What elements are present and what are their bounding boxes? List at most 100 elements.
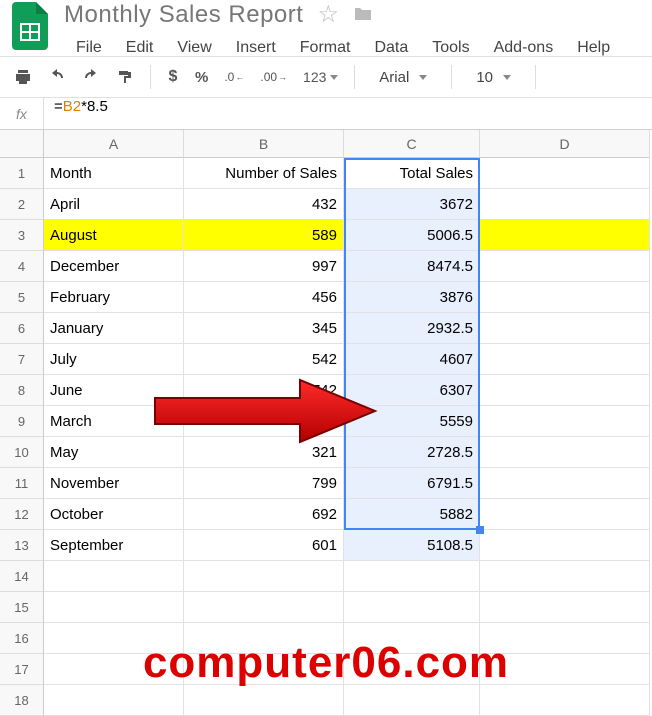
cell[interactable] — [44, 561, 184, 592]
cell[interactable]: October — [44, 499, 184, 530]
row-header[interactable]: 8 — [0, 375, 44, 406]
row-header[interactable]: 4 — [0, 251, 44, 282]
cell[interactable]: 456 — [184, 282, 344, 313]
redo-icon[interactable] — [76, 63, 106, 91]
row-header[interactable]: 18 — [0, 685, 44, 716]
menu-tools[interactable]: Tools — [420, 33, 481, 63]
cell[interactable]: 3672 — [344, 189, 480, 220]
font-family-select[interactable]: Arial — [365, 69, 441, 86]
cell[interactable]: February — [44, 282, 184, 313]
cell[interactable] — [480, 406, 650, 437]
cell[interactable]: 589 — [184, 220, 344, 251]
cell[interactable] — [480, 499, 650, 530]
cell[interactable]: January — [44, 313, 184, 344]
cell[interactable]: 5559 — [344, 406, 480, 437]
menu-help[interactable]: Help — [565, 33, 622, 63]
cell[interactable]: March — [44, 406, 184, 437]
cell[interactable] — [480, 561, 650, 592]
cell[interactable] — [344, 561, 480, 592]
cell[interactable] — [344, 685, 480, 716]
cell[interactable] — [480, 437, 650, 468]
formula-input[interactable]: =B2*8.5 — [44, 98, 652, 129]
cell[interactable]: 321 — [184, 437, 344, 468]
cell[interactable] — [480, 282, 650, 313]
cell[interactable]: December — [44, 251, 184, 282]
cell[interactable]: 799 — [184, 468, 344, 499]
row-header[interactable]: 14 — [0, 561, 44, 592]
cell[interactable] — [480, 313, 650, 344]
row-header[interactable]: 2 — [0, 189, 44, 220]
cell[interactable]: 692 — [184, 499, 344, 530]
cell[interactable] — [480, 220, 650, 251]
document-title[interactable]: Monthly Sales Report — [64, 1, 303, 29]
cell[interactable] — [184, 561, 344, 592]
cell[interactable]: 997 — [184, 251, 344, 282]
cell[interactable] — [44, 685, 184, 716]
menu-format[interactable]: Format — [288, 33, 363, 63]
select-all-corner[interactable] — [0, 130, 44, 158]
cell[interactable]: 5006.5 — [344, 220, 480, 251]
cell[interactable] — [480, 251, 650, 282]
cell[interactable]: August — [44, 220, 184, 251]
decrease-decimal-button[interactable]: .0← — [218, 63, 250, 91]
menu-addons[interactable]: Add-ons — [482, 33, 566, 63]
row-header[interactable]: 12 — [0, 499, 44, 530]
cell[interactable]: 542 — [184, 344, 344, 375]
cell[interactable]: Number of Sales — [184, 158, 344, 189]
cell[interactable]: April — [44, 189, 184, 220]
cell[interactable]: November — [44, 468, 184, 499]
cell[interactable] — [344, 592, 480, 623]
column-header-B[interactable]: B — [184, 130, 344, 158]
cell[interactable] — [44, 592, 184, 623]
fill-handle[interactable] — [476, 526, 484, 534]
more-formats-button[interactable]: 123 — [297, 63, 344, 91]
print-icon[interactable] — [8, 63, 38, 91]
cell[interactable]: 5108.5 — [344, 530, 480, 561]
cell[interactable] — [184, 592, 344, 623]
undo-icon[interactable] — [42, 63, 72, 91]
spreadsheet-grid[interactable]: ABCD1MonthNumber of SalesTotal Sales2Apr… — [0, 130, 652, 628]
cell[interactable] — [480, 592, 650, 623]
cell[interactable]: 6791.5 — [344, 468, 480, 499]
menu-file[interactable]: File — [64, 33, 114, 63]
row-header[interactable]: 11 — [0, 468, 44, 499]
cell[interactable]: 742 — [184, 375, 344, 406]
cell[interactable]: 2728.5 — [344, 437, 480, 468]
row-header[interactable]: 5 — [0, 282, 44, 313]
column-header-A[interactable]: A — [44, 130, 184, 158]
menu-insert[interactable]: Insert — [224, 33, 288, 63]
cell[interactable]: 4607 — [344, 344, 480, 375]
cell[interactable]: 345 — [184, 313, 344, 344]
star-icon[interactable]: ☆ — [317, 0, 339, 29]
cell[interactable] — [480, 375, 650, 406]
column-header-C[interactable]: C — [344, 130, 480, 158]
row-header[interactable]: 9 — [0, 406, 44, 437]
cell[interactable]: 8474.5 — [344, 251, 480, 282]
menu-data[interactable]: Data — [362, 33, 420, 63]
cell[interactable]: 3876 — [344, 282, 480, 313]
menu-edit[interactable]: Edit — [114, 33, 166, 63]
cell[interactable] — [480, 530, 650, 561]
folder-icon[interactable] — [353, 1, 373, 29]
row-header[interactable]: 6 — [0, 313, 44, 344]
format-currency-button[interactable]: $ — [161, 63, 185, 91]
cell[interactable]: Month — [44, 158, 184, 189]
cell[interactable] — [480, 468, 650, 499]
cell[interactable] — [480, 189, 650, 220]
menu-view[interactable]: View — [165, 33, 223, 63]
sheets-logo-icon[interactable] — [6, 2, 54, 50]
format-percent-button[interactable]: % — [189, 63, 214, 91]
row-header[interactable]: 13 — [0, 530, 44, 561]
increase-decimal-button[interactable]: .00→ — [254, 63, 293, 91]
row-header[interactable]: 10 — [0, 437, 44, 468]
cell[interactable] — [480, 158, 650, 189]
cell[interactable]: 432 — [184, 189, 344, 220]
cell[interactable]: 2932.5 — [344, 313, 480, 344]
cell[interactable]: Total Sales — [344, 158, 480, 189]
cell[interactable]: May — [44, 437, 184, 468]
paint-format-icon[interactable] — [110, 63, 140, 91]
cell[interactable] — [480, 685, 650, 716]
row-header[interactable]: 1 — [0, 158, 44, 189]
cell[interactable]: 601 — [184, 530, 344, 561]
font-size-select[interactable]: 10 — [462, 69, 525, 86]
